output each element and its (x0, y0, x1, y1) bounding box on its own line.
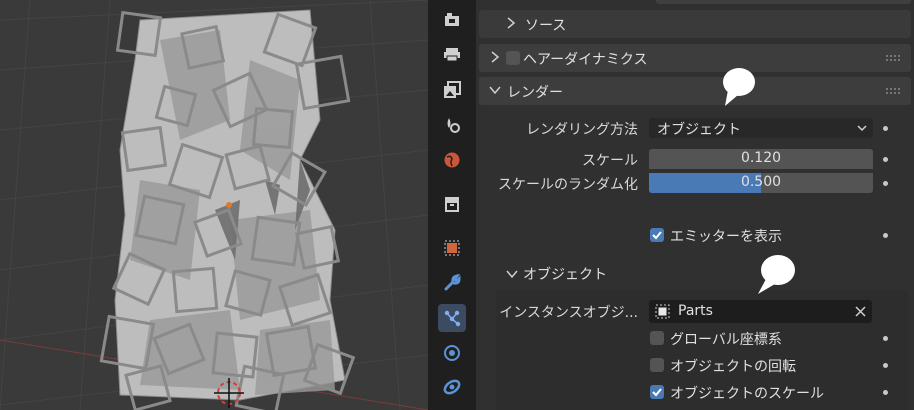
viewport-scene (0, 0, 428, 410)
object-scale-label: オブジェクトのスケール (670, 386, 824, 402)
scale-value: 0.120 (740, 150, 782, 166)
scene-tab[interactable] (438, 111, 466, 139)
physics-orbit-icon (444, 345, 460, 361)
scene-icon (447, 118, 460, 133)
keyframe-dot[interactable] (883, 181, 888, 186)
properties-editor: ソース ヘアーダイナミクス レンダー レンダリング方法 オブジェクト スケール … (476, 0, 914, 410)
object-subpanel-title: オブジェクト (523, 267, 607, 283)
close-icon[interactable] (855, 306, 866, 317)
source-panel-header[interactable]: ソース (479, 10, 911, 38)
checkmark-icon (652, 388, 662, 397)
instance-object-value: Parts (678, 303, 713, 319)
scale-randomness-slider[interactable]: 0.500 (649, 173, 873, 193)
render-as-dropdown[interactable]: オブジェクト (649, 118, 873, 138)
scale-randomness-label: スケールのランダム化 (498, 177, 638, 193)
object-subpanel-header[interactable]: オブジェクト (496, 262, 908, 284)
render-panel-title: レンダー (507, 85, 563, 101)
box-icon (445, 197, 459, 212)
source-panel-title: ソース (525, 18, 567, 34)
speech-bubble-icon (758, 255, 795, 294)
particles-icon (444, 310, 461, 327)
keyframe-dot[interactable] (883, 363, 888, 368)
object-icon (655, 304, 670, 319)
keyframe-dot[interactable] (883, 126, 888, 131)
instance-object-label: インスタンスオブジ... (499, 305, 638, 321)
global-coordinates-label: グローバル座標系 (670, 332, 782, 348)
keyframe-dot[interactable] (883, 157, 888, 162)
object-square-icon (444, 240, 460, 256)
show-emitter-label: エミッターを表示 (670, 229, 782, 245)
field-edge (656, 0, 911, 4)
instance-object-field[interactable]: Parts (649, 300, 872, 323)
hair-dynamics-panel-header[interactable]: ヘアーダイナミクス (479, 44, 911, 72)
scale-randomness-value: 0.500 (740, 174, 782, 190)
keyframe-dot[interactable] (883, 390, 888, 395)
render-panel-header[interactable]: レンダー (479, 77, 911, 105)
keyframe-dot[interactable] (883, 233, 888, 238)
scale-field[interactable]: 0.120 (649, 149, 873, 169)
output-tab[interactable] (438, 40, 466, 68)
wrench-icon (444, 274, 461, 291)
constraints-tab[interactable] (438, 373, 466, 401)
speech-bubble-icon (723, 68, 755, 106)
chevron-right-icon (491, 51, 500, 63)
3d-viewport[interactable] (0, 0, 428, 410)
chevron-down-icon (506, 270, 518, 279)
image-stack-icon (444, 81, 461, 98)
object-rotation-label: オブジェクトの回転 (670, 359, 796, 375)
chevron-down-icon (489, 86, 501, 95)
properties-tab-strip (428, 0, 476, 410)
view-layer-tab[interactable] (438, 76, 466, 104)
checkmark-icon (652, 231, 662, 240)
collection-tab[interactable] (438, 190, 466, 218)
constraint-icon (443, 379, 461, 395)
drag-grip-icon[interactable] (885, 54, 903, 62)
origin-point (226, 202, 232, 208)
particles-tab[interactable] (438, 304, 466, 332)
keyframe-dot[interactable] (883, 336, 888, 341)
physics-tab[interactable] (438, 339, 466, 367)
world-tab[interactable] (438, 146, 466, 174)
render-tab[interactable] (438, 6, 466, 34)
modifier-tab[interactable] (438, 269, 466, 297)
chevron-down-icon (857, 125, 867, 132)
camera-back-icon (445, 13, 459, 26)
object-rotation-checkbox[interactable] (650, 358, 664, 372)
scale-label: スケール (582, 153, 638, 169)
hair-dynamics-checkbox[interactable] (506, 51, 520, 65)
render-as-value: オブジェクト (657, 122, 741, 138)
object-scale-checkbox[interactable] (650, 385, 664, 399)
drag-grip-icon[interactable] (885, 87, 903, 95)
render-as-label: レンダリング方法 (526, 122, 638, 138)
globe-icon (444, 152, 460, 168)
hair-dynamics-panel-title: ヘアーダイナミクス (523, 52, 648, 68)
printer-icon (444, 48, 460, 62)
show-emitter-checkbox[interactable] (650, 228, 664, 242)
object-tab[interactable] (438, 234, 466, 262)
chevron-right-icon (507, 17, 516, 29)
global-coordinates-checkbox[interactable] (650, 331, 664, 345)
